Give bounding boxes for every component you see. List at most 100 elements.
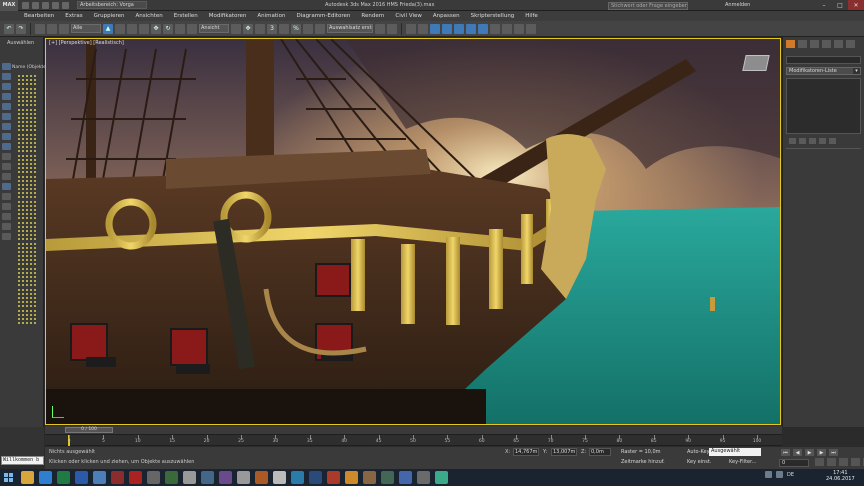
app-icon[interactable] [399,471,412,484]
display-none-icon[interactable] [2,163,11,170]
next-frame-icon[interactable]: ▶ [817,449,826,456]
list-item[interactable] [18,267,38,270]
list-item[interactable] [18,162,38,165]
menu-item-hilfe[interactable]: Hilfe [525,13,538,19]
list-item[interactable] [18,217,38,220]
list-item[interactable] [18,146,38,149]
render-iterative-icon[interactable] [514,23,524,34]
list-item[interactable] [18,196,38,199]
find-icon[interactable] [2,193,11,200]
new-file-icon[interactable] [22,1,29,9]
menu-item-civil-view[interactable]: Civil View [395,13,421,19]
list-item[interactable] [18,104,38,107]
scene-explorer-icon[interactable] [406,23,416,34]
list-item[interactable] [18,171,38,174]
list-item[interactable] [18,317,38,320]
utilities-tab-icon[interactable] [846,40,855,48]
rectangular-selection-icon[interactable] [127,23,137,34]
app-icon[interactable] [237,471,250,484]
list-item[interactable] [18,91,38,94]
list-item[interactable] [18,213,38,216]
menu-item-ansichten[interactable]: Ansichten [136,13,163,19]
list-item[interactable] [18,158,38,161]
snaps-toggle-icon[interactable]: 3 [267,23,277,34]
scale-icon[interactable] [175,23,185,34]
list-item[interactable] [18,305,38,308]
angle-snap-icon[interactable] [279,23,289,34]
list-item[interactable] [18,142,38,144]
app-icon[interactable] [363,471,376,484]
list-item[interactable] [18,221,38,224]
maximize-icon[interactable]: □ [832,0,848,10]
list-item[interactable] [18,133,38,136]
list-item[interactable] [18,234,38,237]
bind-space-warp-icon[interactable] [59,23,69,34]
list-item[interactable] [18,83,38,86]
list-item[interactable] [18,242,38,245]
list-item[interactable] [18,116,38,119]
app-icon[interactable] [417,471,430,484]
app-icon[interactable] [291,471,304,484]
app-icon[interactable] [165,471,178,484]
mirror-icon[interactable] [375,23,385,34]
list-item[interactable] [18,292,38,295]
select-by-name-icon[interactable] [115,23,125,34]
field-of-view-icon[interactable] [839,458,848,466]
spinner-snap-icon[interactable] [303,23,313,34]
filter-geometry-icon[interactable] [2,63,11,70]
menu-item-erstellen[interactable]: Erstellen [174,13,198,19]
y-coordinate-field[interactable]: 13,007m [551,448,577,456]
app-icon[interactable] [183,471,196,484]
filter-xrefs-icon[interactable] [2,133,11,140]
list-item[interactable] [18,129,38,132]
list-item[interactable] [18,259,38,262]
list-item[interactable] [18,280,38,283]
material-editor-icon[interactable] [466,23,476,34]
rotate-icon[interactable]: ↻ [163,23,173,34]
configure-sets-icon[interactable] [829,138,836,144]
select-object-icon[interactable]: ▲ [103,23,113,34]
list-item[interactable] [18,79,38,82]
app-icon[interactable] [255,471,268,484]
mail-icon[interactable] [93,471,106,484]
viewport-label[interactable]: [+] [Perspektive] [Realistisch] [49,40,124,46]
render-setup-icon[interactable] [478,23,488,34]
sign-in-button[interactable]: Anmelden [725,2,750,8]
start-button[interactable] [2,471,16,485]
maxscript-mini-listener[interactable]: Willkommen b [1,456,44,465]
list-item[interactable] [18,183,38,186]
invert-display-icon[interactable] [2,173,11,180]
hierarchy-icon[interactable] [2,203,11,210]
list-item[interactable] [18,246,38,249]
app-icon[interactable] [309,471,322,484]
layer-icon[interactable] [2,213,11,220]
menu-item-anpassen[interactable]: Anpassen [433,13,460,19]
explorer-icon[interactable] [21,471,34,484]
minimize-icon[interactable]: – [816,0,832,10]
go-to-start-icon[interactable]: ⏮ [781,449,790,456]
list-item[interactable] [18,284,38,287]
x-coordinate-field[interactable]: 14,767m [513,448,539,456]
align-icon[interactable] [387,23,397,34]
perspective-viewport[interactable]: [+] [Perspektive] [Realistisch] [45,38,781,425]
toggle-ribbon-icon[interactable] [430,23,440,34]
list-item[interactable] [18,271,38,274]
app-icon[interactable] [201,471,214,484]
make-unique-icon[interactable] [809,138,816,144]
filter-bones-icon[interactable] [2,143,11,150]
pin-stack-icon[interactable] [789,138,796,144]
percent-snap-icon[interactable]: % [291,23,301,34]
list-item[interactable] [18,121,38,124]
list-item[interactable] [18,188,38,191]
edit-named-selection-icon[interactable] [315,23,325,34]
lock-icon[interactable] [2,223,11,230]
curve-editor-icon[interactable] [442,23,452,34]
list-item[interactable] [18,322,38,325]
modify-tab-icon[interactable] [798,40,807,48]
current-frame-field[interactable]: 0 [779,459,809,467]
list-item[interactable] [18,200,38,203]
time-slider[interactable]: 0 / 100 [65,427,113,433]
place-icon[interactable] [187,23,197,34]
open-file-icon[interactable] [32,1,39,9]
list-item[interactable] [18,100,38,103]
